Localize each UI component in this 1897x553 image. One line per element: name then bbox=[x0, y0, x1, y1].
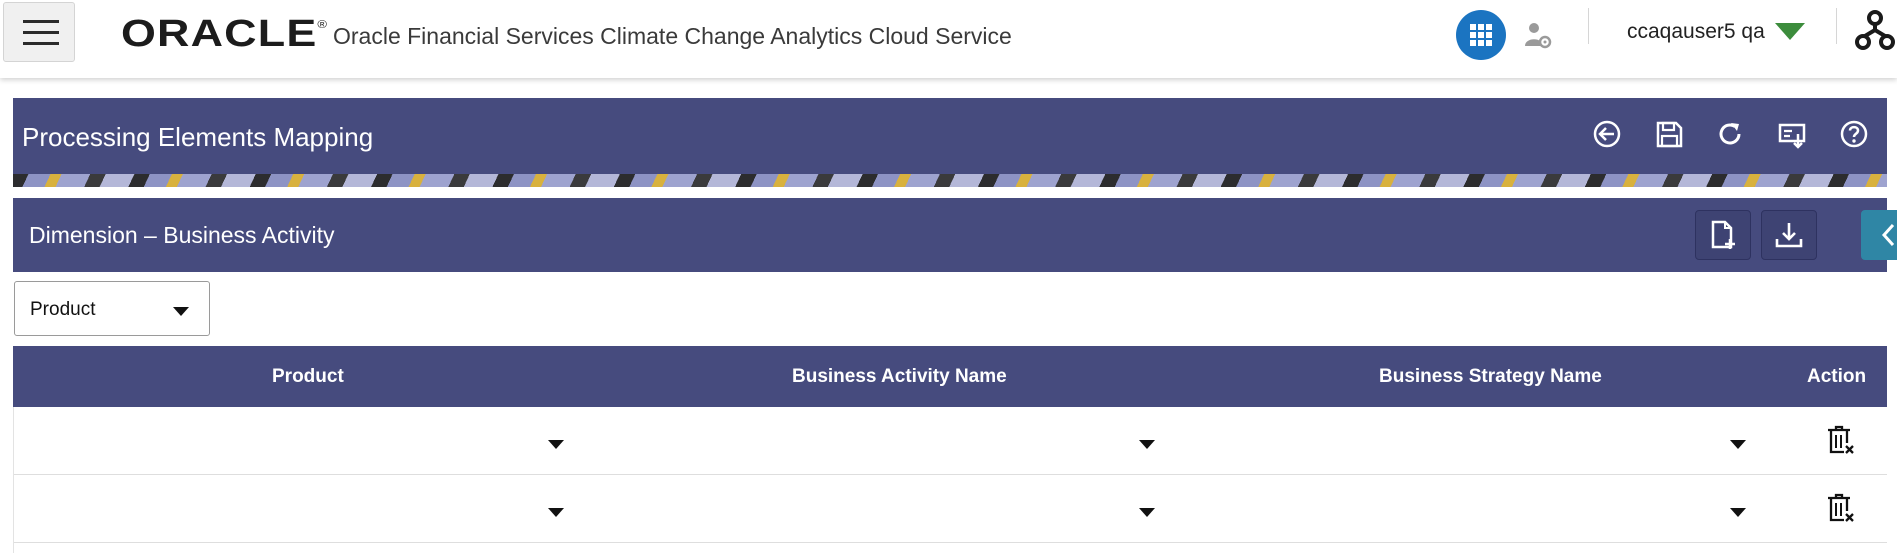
business-strategy-dropdown[interactable] bbox=[1730, 437, 1746, 455]
table-row bbox=[13, 407, 1887, 475]
user-settings-button[interactable] bbox=[1523, 20, 1553, 55]
apps-grid-icon bbox=[1470, 24, 1492, 46]
decorative-banner bbox=[13, 174, 1887, 187]
caret-down-icon bbox=[1730, 440, 1746, 449]
refresh-icon bbox=[1719, 123, 1741, 145]
save-icon bbox=[1656, 121, 1683, 148]
menu-icon-bar bbox=[23, 31, 59, 34]
oracle-logo: ORACLE® bbox=[121, 13, 328, 56]
top-bar: ORACLE® Oracle Financial Services Climat… bbox=[0, 0, 1897, 78]
user-menu-caret[interactable] bbox=[1775, 23, 1805, 46]
app-title: Oracle Financial Services Climate Change… bbox=[333, 23, 1012, 49]
add-button[interactable] bbox=[1695, 210, 1751, 260]
table-left-border bbox=[13, 407, 14, 553]
collapse-button[interactable] bbox=[1861, 210, 1897, 260]
caret-down-icon bbox=[1139, 508, 1155, 517]
table-row bbox=[13, 475, 1887, 543]
page-header: Processing Elements Mapping bbox=[13, 98, 1887, 187]
delete-row-button[interactable] bbox=[1825, 424, 1855, 461]
brand-text: ORACLE bbox=[121, 13, 318, 55]
user-name[interactable]: ccaqauser5 qa bbox=[1627, 20, 1765, 44]
help-button[interactable] bbox=[1837, 117, 1871, 151]
delete-icon bbox=[1828, 493, 1854, 522]
business-activity-dropdown[interactable] bbox=[1139, 437, 1155, 455]
product-dropdown[interactable] bbox=[548, 437, 564, 455]
caret-down-icon bbox=[1139, 440, 1155, 449]
registered-mark: ® bbox=[317, 19, 329, 31]
delete-icon bbox=[1828, 425, 1854, 454]
dimension-select-value: Product bbox=[30, 299, 96, 320]
caret-down-icon bbox=[173, 307, 189, 316]
back-button[interactable] bbox=[1590, 117, 1624, 151]
column-header-product: Product bbox=[272, 366, 344, 387]
column-header-business-activity: Business Activity Name bbox=[792, 366, 1007, 387]
menu-icon-bar bbox=[23, 42, 59, 45]
refresh-button[interactable] bbox=[1713, 117, 1747, 151]
caret-down-icon bbox=[548, 440, 564, 449]
business-strategy-dropdown[interactable] bbox=[1730, 505, 1746, 523]
add-file-icon bbox=[1711, 220, 1735, 249]
divider bbox=[1588, 8, 1589, 44]
divider bbox=[1836, 8, 1837, 44]
dimension-header: Dimension – Business Activity bbox=[13, 198, 1897, 272]
download-button[interactable] bbox=[1761, 210, 1817, 260]
page-title: Processing Elements Mapping bbox=[22, 122, 374, 152]
menu-button[interactable] bbox=[3, 2, 75, 62]
delete-row-button[interactable] bbox=[1825, 492, 1855, 529]
caret-down-icon bbox=[1730, 508, 1746, 517]
column-header-action: Action bbox=[1807, 366, 1867, 387]
table-header: Product Business Activity Name Business … bbox=[13, 346, 1887, 407]
export-icon bbox=[1778, 123, 1806, 149]
help-icon bbox=[1840, 120, 1868, 148]
product-dropdown[interactable] bbox=[548, 505, 564, 523]
caret-down-icon bbox=[548, 508, 564, 517]
select-caret bbox=[173, 304, 189, 322]
dimension-title: Dimension – Business Activity bbox=[29, 222, 335, 248]
menu-icon bbox=[23, 20, 59, 23]
back-icon bbox=[1593, 120, 1621, 148]
apps-grid-button[interactable] bbox=[1456, 10, 1506, 60]
hierarchy-button[interactable] bbox=[1855, 9, 1895, 56]
business-activity-dropdown[interactable] bbox=[1139, 505, 1155, 523]
save-button[interactable] bbox=[1652, 117, 1686, 151]
user-settings-icon bbox=[1525, 23, 1552, 49]
collapse-icon bbox=[1881, 223, 1895, 247]
column-header-business-strategy: Business Strategy Name bbox=[1379, 366, 1602, 387]
download-icon bbox=[1775, 223, 1803, 248]
export-button[interactable] bbox=[1775, 117, 1809, 151]
dimension-select[interactable]: Product bbox=[14, 281, 210, 336]
caret-down-icon bbox=[1775, 23, 1805, 40]
hierarchy-icon bbox=[1855, 10, 1895, 50]
